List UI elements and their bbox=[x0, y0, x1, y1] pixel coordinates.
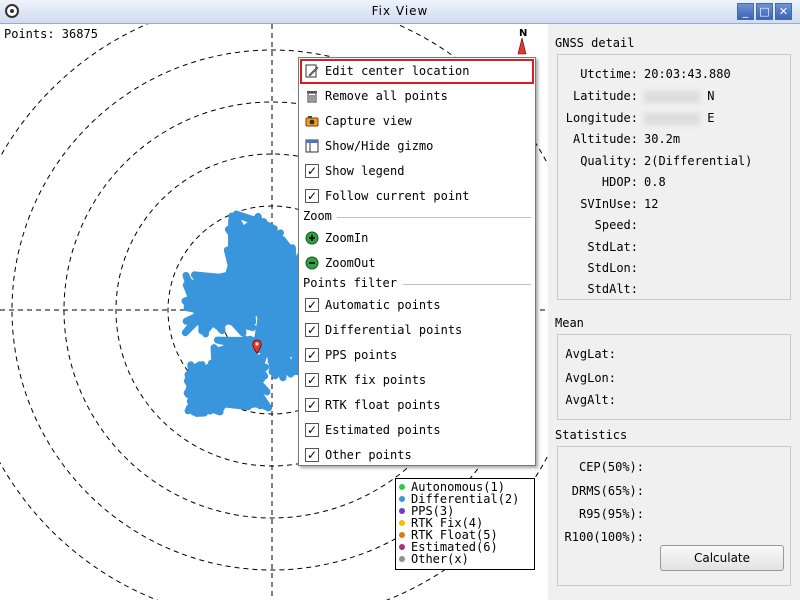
title-bar: Fix View _ □ ✕ bbox=[0, 0, 800, 24]
menu-item-rtk-fix-points[interactable]: ✓ RTK fix points bbox=[300, 368, 534, 393]
menu-item-follow-current-point[interactable]: ✓ Follow current point bbox=[300, 184, 534, 209]
quality-value: 2(Differential) bbox=[644, 154, 753, 168]
details-panel: GNSS detail Utctime: 20:03:43.880 Latitu… bbox=[548, 24, 800, 600]
menu-item-show-hide-gizmo[interactable]: Show/Hide gizmo bbox=[300, 134, 534, 159]
longitude-value: E bbox=[644, 111, 714, 125]
checkbox-checked-icon[interactable]: ✓ bbox=[305, 423, 319, 437]
checkbox-checked-icon[interactable]: ✓ bbox=[305, 298, 319, 312]
utctime-value: 20:03:43.880 bbox=[644, 67, 731, 81]
mean-title: Mean bbox=[555, 316, 584, 330]
stdalt-label: StdAlt: bbox=[587, 282, 638, 296]
north-arrow-icon bbox=[517, 37, 527, 55]
minimize-button[interactable]: _ bbox=[737, 3, 754, 20]
menu-separator bbox=[337, 217, 531, 218]
menu-item-show-legend[interactable]: ✓ Show legend bbox=[300, 159, 534, 184]
checkbox-checked-icon[interactable]: ✓ bbox=[305, 323, 319, 337]
checkbox-checked-icon[interactable]: ✓ bbox=[305, 164, 319, 178]
zoom-in-icon bbox=[305, 231, 319, 245]
stdlat-label: StdLat: bbox=[587, 240, 638, 254]
legend-dot-icon bbox=[399, 556, 405, 562]
menu-item-rtk-float-points[interactable]: ✓ RTK float points bbox=[300, 393, 534, 418]
menu-item-differential-points[interactable]: ✓ Differential points bbox=[300, 318, 534, 343]
r100-label: R100(100%): bbox=[564, 530, 644, 544]
legend-dot-icon bbox=[399, 484, 405, 490]
menu-item-estimated-points[interactable]: ✓ Estimated points bbox=[300, 418, 534, 443]
edit-icon bbox=[305, 64, 319, 78]
trash-icon bbox=[305, 89, 319, 103]
statistics-group: CEP(50%): DRMS(65%): R95(95%): R100(100%… bbox=[557, 446, 791, 586]
avgalt-label: AvgAlt: bbox=[565, 393, 616, 407]
checkbox-checked-icon[interactable]: ✓ bbox=[305, 398, 319, 412]
hdop-value: 0.8 bbox=[644, 175, 666, 189]
legend-dot-icon bbox=[399, 520, 405, 526]
redacted-value bbox=[644, 90, 700, 103]
menu-item-remove-all-points[interactable]: Remove all points bbox=[300, 84, 534, 109]
menu-item-zoom-out[interactable]: ZoomOut bbox=[300, 251, 534, 276]
avglat-label: AvgLat: bbox=[565, 347, 616, 361]
statistics-title: Statistics bbox=[555, 428, 628, 442]
legend-dot-icon bbox=[399, 508, 405, 514]
camera-icon bbox=[305, 114, 319, 128]
menu-item-zoom-in[interactable]: ZoomIn bbox=[300, 226, 534, 251]
close-button[interactable]: ✕ bbox=[775, 3, 792, 20]
menu-item-pps-points[interactable]: ✓ PPS points bbox=[300, 343, 534, 368]
maximize-button[interactable]: □ bbox=[756, 3, 773, 20]
hdop-label: HDOP: bbox=[601, 175, 638, 189]
menu-item-automatic-points[interactable]: ✓ Automatic points bbox=[300, 293, 534, 318]
gnss-detail-group: Utctime: 20:03:43.880 Latitude: N Longit… bbox=[557, 54, 791, 300]
longitude-label: Longitude: bbox=[565, 111, 638, 125]
latitude-value: N bbox=[644, 89, 714, 103]
quality-label: Quality: bbox=[580, 154, 638, 168]
drms-label: DRMS(65%): bbox=[571, 484, 644, 498]
checkbox-checked-icon[interactable]: ✓ bbox=[305, 348, 319, 362]
altitude-value: 30.2m bbox=[644, 132, 681, 146]
context-menu: Edit center location Remove all points C… bbox=[298, 57, 536, 466]
gnss-detail-title: GNSS detail bbox=[555, 36, 635, 50]
utctime-label: Utctime: bbox=[580, 67, 638, 81]
checkbox-checked-icon[interactable]: ✓ bbox=[305, 189, 319, 203]
cep-label: CEP(50%): bbox=[578, 460, 644, 474]
window-icon bbox=[305, 139, 319, 153]
north-label: N bbox=[519, 28, 527, 39]
svinuse-value: 12 bbox=[644, 197, 659, 211]
latitude-label: Latitude: bbox=[572, 89, 638, 103]
menu-item-capture-view[interactable]: Capture view bbox=[300, 109, 534, 134]
menu-item-other-points[interactable]: ✓ Other points bbox=[300, 443, 534, 468]
redacted-value bbox=[644, 112, 700, 125]
menu-item-edit-center-location[interactable]: Edit center location bbox=[300, 59, 534, 84]
checkbox-checked-icon[interactable]: ✓ bbox=[305, 373, 319, 387]
svinuse-label: SVInUse: bbox=[580, 197, 638, 211]
legend-dot-icon bbox=[399, 496, 405, 502]
points-count: Points: 36875 bbox=[4, 27, 98, 41]
avglon-label: AvgLon: bbox=[565, 371, 616, 385]
mean-group: AvgLat: AvgLon: AvgAlt: bbox=[557, 334, 791, 420]
speed-label: Speed: bbox=[594, 218, 638, 232]
legend: Autonomous(1) Differential(2) PPS(3) RTK… bbox=[395, 478, 535, 570]
window-title: Fix View bbox=[371, 4, 429, 18]
altitude-label: Altitude: bbox=[572, 132, 638, 146]
legend-dot-icon bbox=[399, 544, 405, 550]
menu-section-points-filter: Points filter bbox=[303, 276, 397, 290]
checkbox-checked-icon[interactable]: ✓ bbox=[305, 448, 319, 462]
r95-label: R95(95%): bbox=[578, 507, 644, 521]
stdlon-label: StdLon: bbox=[587, 261, 638, 275]
menu-separator bbox=[403, 284, 531, 285]
legend-dot-icon bbox=[399, 532, 405, 538]
legend-item: Other(x) bbox=[399, 553, 534, 565]
zoom-out-icon bbox=[305, 256, 319, 270]
calculate-button[interactable]: Calculate bbox=[660, 545, 784, 571]
menu-section-zoom: Zoom bbox=[303, 209, 332, 223]
